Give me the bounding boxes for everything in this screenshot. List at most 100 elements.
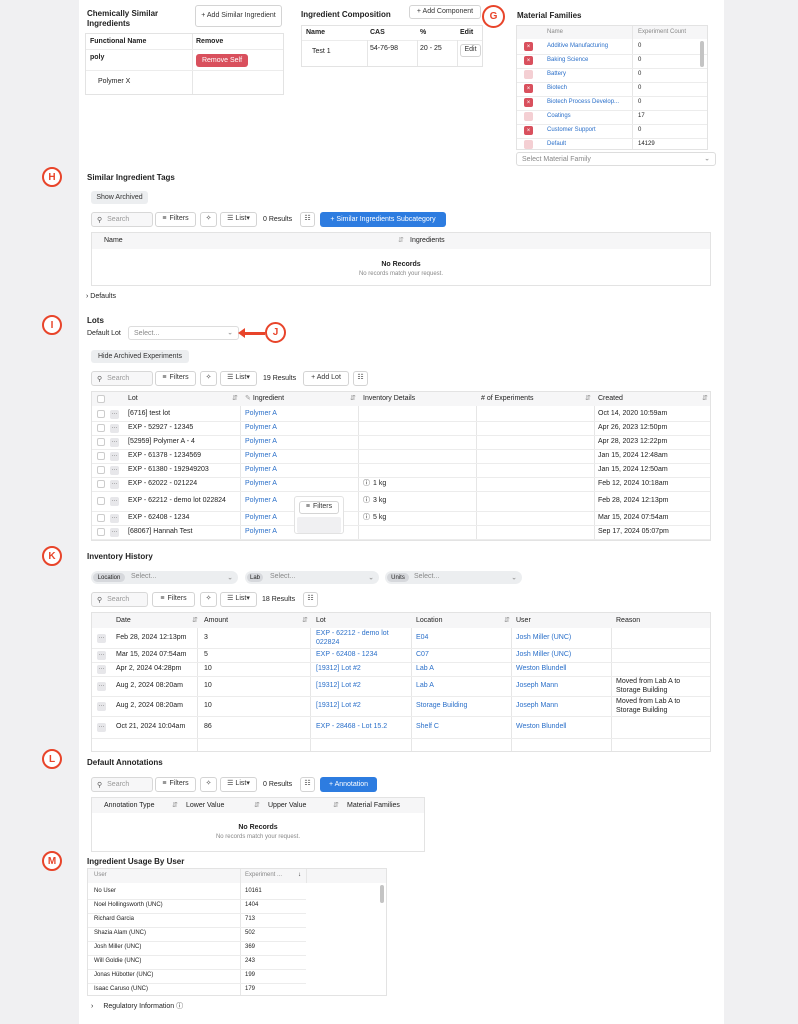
history-location[interactable]: E04 [416,628,428,648]
lot-ingredient[interactable]: Polymer A [245,477,277,491]
add-component-button[interactable]: + Add Component [409,5,481,19]
row-checkbox[interactable] [97,497,105,505]
filters-button[interactable]: ≡ Filters [155,212,196,227]
magic-wand-icon[interactable]: ✧ [200,777,217,792]
history-location[interactable]: C07 [416,648,429,662]
columns-icon[interactable]: ☷ [300,212,315,227]
add-annotation-button[interactable]: + Annotation [320,777,377,792]
remove-family-icon[interactable]: × [524,126,533,135]
more-actions-icon[interactable]: ··· [110,479,119,489]
inventory-search-input[interactable]: ⚲ Search [91,592,148,607]
remove-family-icon[interactable]: × [524,56,533,65]
remove-family-icon[interactable]: × [524,84,533,93]
defaults-toggle[interactable]: › Defaults [86,293,116,300]
family-name[interactable]: Baking Science [547,54,588,68]
columns-icon[interactable]: ☷ [300,777,315,792]
remove-family-icon[interactable]: × [524,98,533,107]
history-user[interactable]: Josh Miller (UNC) [516,628,571,648]
history-user[interactable]: Weston Blundell [516,716,566,738]
add-subcategory-button[interactable]: + Similar Ingredients Subcategory [320,212,446,227]
edit-component-button[interactable]: Edit [460,44,481,57]
lot-ingredient[interactable]: Polymer A [245,407,277,421]
columns-icon[interactable]: ☷ [353,371,368,386]
add-lot-button[interactable]: + Add Lot [303,371,349,386]
family-name[interactable]: Biotech [547,82,567,96]
families-scrollbar[interactable] [700,41,704,67]
sort-icon[interactable]: ⇵ [504,613,510,628]
more-actions-icon[interactable]: ··· [110,465,119,475]
more-actions-icon[interactable]: ··· [110,451,119,461]
history-lot[interactable]: [19312] Lot #2 [316,662,406,676]
family-name[interactable]: Battery [547,68,566,82]
popup-filters-button[interactable]: ≡ Filters [299,501,339,514]
history-user[interactable]: Josh Miller (UNC) [516,648,571,662]
sort-icon[interactable]: ⇵ [585,392,591,406]
sort-icon[interactable]: ⇵ [702,392,708,406]
usage-scrollbar[interactable] [380,885,384,903]
more-actions-icon[interactable]: ··· [110,409,119,419]
magic-wand-icon[interactable]: ✧ [200,212,217,227]
more-actions-icon[interactable]: ··· [97,664,106,674]
lab-filter[interactable]: Lab Select... ⌄ [245,571,379,584]
row-checkbox[interactable] [97,480,105,488]
list-view-button[interactable]: ☰ List ▾ [220,212,257,227]
row-checkbox[interactable] [97,452,105,460]
family-name[interactable]: Customer Support [547,124,596,138]
magic-wand-icon[interactable]: ✧ [200,371,217,386]
list-view-button[interactable]: ☰ List ▾ [220,371,257,386]
annotations-search-input[interactable]: ⚲ Search [91,777,153,792]
family-name[interactable]: Additive Manufacturing [547,40,608,54]
material-family-select[interactable]: Select Material Family ⌄ [516,152,716,166]
family-name[interactable]: Biotech Process Develop... [547,96,619,110]
units-filter[interactable]: Units Select... ⌄ [385,571,522,584]
more-actions-icon[interactable]: ··· [97,650,106,660]
columns-icon[interactable]: ☷ [303,592,318,607]
remove-family-icon[interactable] [524,112,533,121]
history-location[interactable]: Shelf C [416,716,439,738]
filters-button[interactable]: ≡ Filters [155,777,196,792]
history-location[interactable]: Lab A [416,676,434,696]
row-checkbox[interactable] [97,528,105,536]
location-filter[interactable]: Location Select... ⌄ [91,571,238,584]
select-all-checkbox[interactable] [97,395,105,403]
row-checkbox[interactable] [97,410,105,418]
list-view-button[interactable]: ☰ List ▾ [220,777,257,792]
more-actions-icon[interactable]: ··· [110,513,119,523]
history-user[interactable]: Joseph Mann [516,676,558,696]
more-actions-icon[interactable]: ··· [97,701,106,711]
history-lot[interactable]: EXP - 62408 - 1234 [316,648,406,662]
default-lot-select[interactable]: Select... ⌄ [128,326,239,340]
sort-icon[interactable]: ⇵ [333,798,339,813]
filters-button[interactable]: ≡ Filters [152,592,195,607]
sort-icon[interactable]: ⇵ [350,392,356,406]
more-actions-icon[interactable]: ··· [97,722,106,732]
row-checkbox[interactable] [97,424,105,432]
list-view-button[interactable]: ☰ List ▾ [220,592,257,607]
remove-family-icon[interactable] [524,140,533,149]
sort-icon[interactable]: ⇵ [302,613,308,628]
hide-archived-button[interactable]: Hide Archived Experiments [91,350,189,363]
row-checkbox[interactable] [97,514,105,522]
add-similar-ingredient-button[interactable]: + Add Similar Ingredient [195,5,282,27]
more-actions-icon[interactable]: ··· [97,681,106,691]
history-location[interactable]: Lab A [416,662,434,676]
show-archived-button[interactable]: Show Archived [91,191,148,204]
tags-search-input[interactable]: ⚲ Search [91,212,153,227]
history-user[interactable]: Weston Blundell [516,662,566,676]
row-checkbox[interactable] [97,466,105,474]
lot-ingredient[interactable]: Polymer A [245,525,277,539]
lots-search-input[interactable]: ⚲ Search [91,371,153,386]
history-lot[interactable]: [19312] Lot #2 [316,676,406,696]
more-actions-icon[interactable]: ··· [110,437,119,447]
sort-icon[interactable]: ⇵ [398,233,404,249]
sort-desc-icon[interactable]: ↓ [298,869,301,883]
row-checkbox[interactable] [97,438,105,446]
more-actions-icon[interactable]: ··· [110,496,119,506]
sort-icon[interactable]: ⇵ [192,613,198,628]
more-actions-icon[interactable]: ··· [97,633,106,643]
history-location[interactable]: Storage Building [416,696,467,716]
family-name[interactable]: Default [547,138,566,149]
sort-icon[interactable]: ⇵ [172,798,178,813]
lot-ingredient[interactable]: Polymer A [245,511,277,525]
sort-icon[interactable]: ⇵ [254,798,260,813]
